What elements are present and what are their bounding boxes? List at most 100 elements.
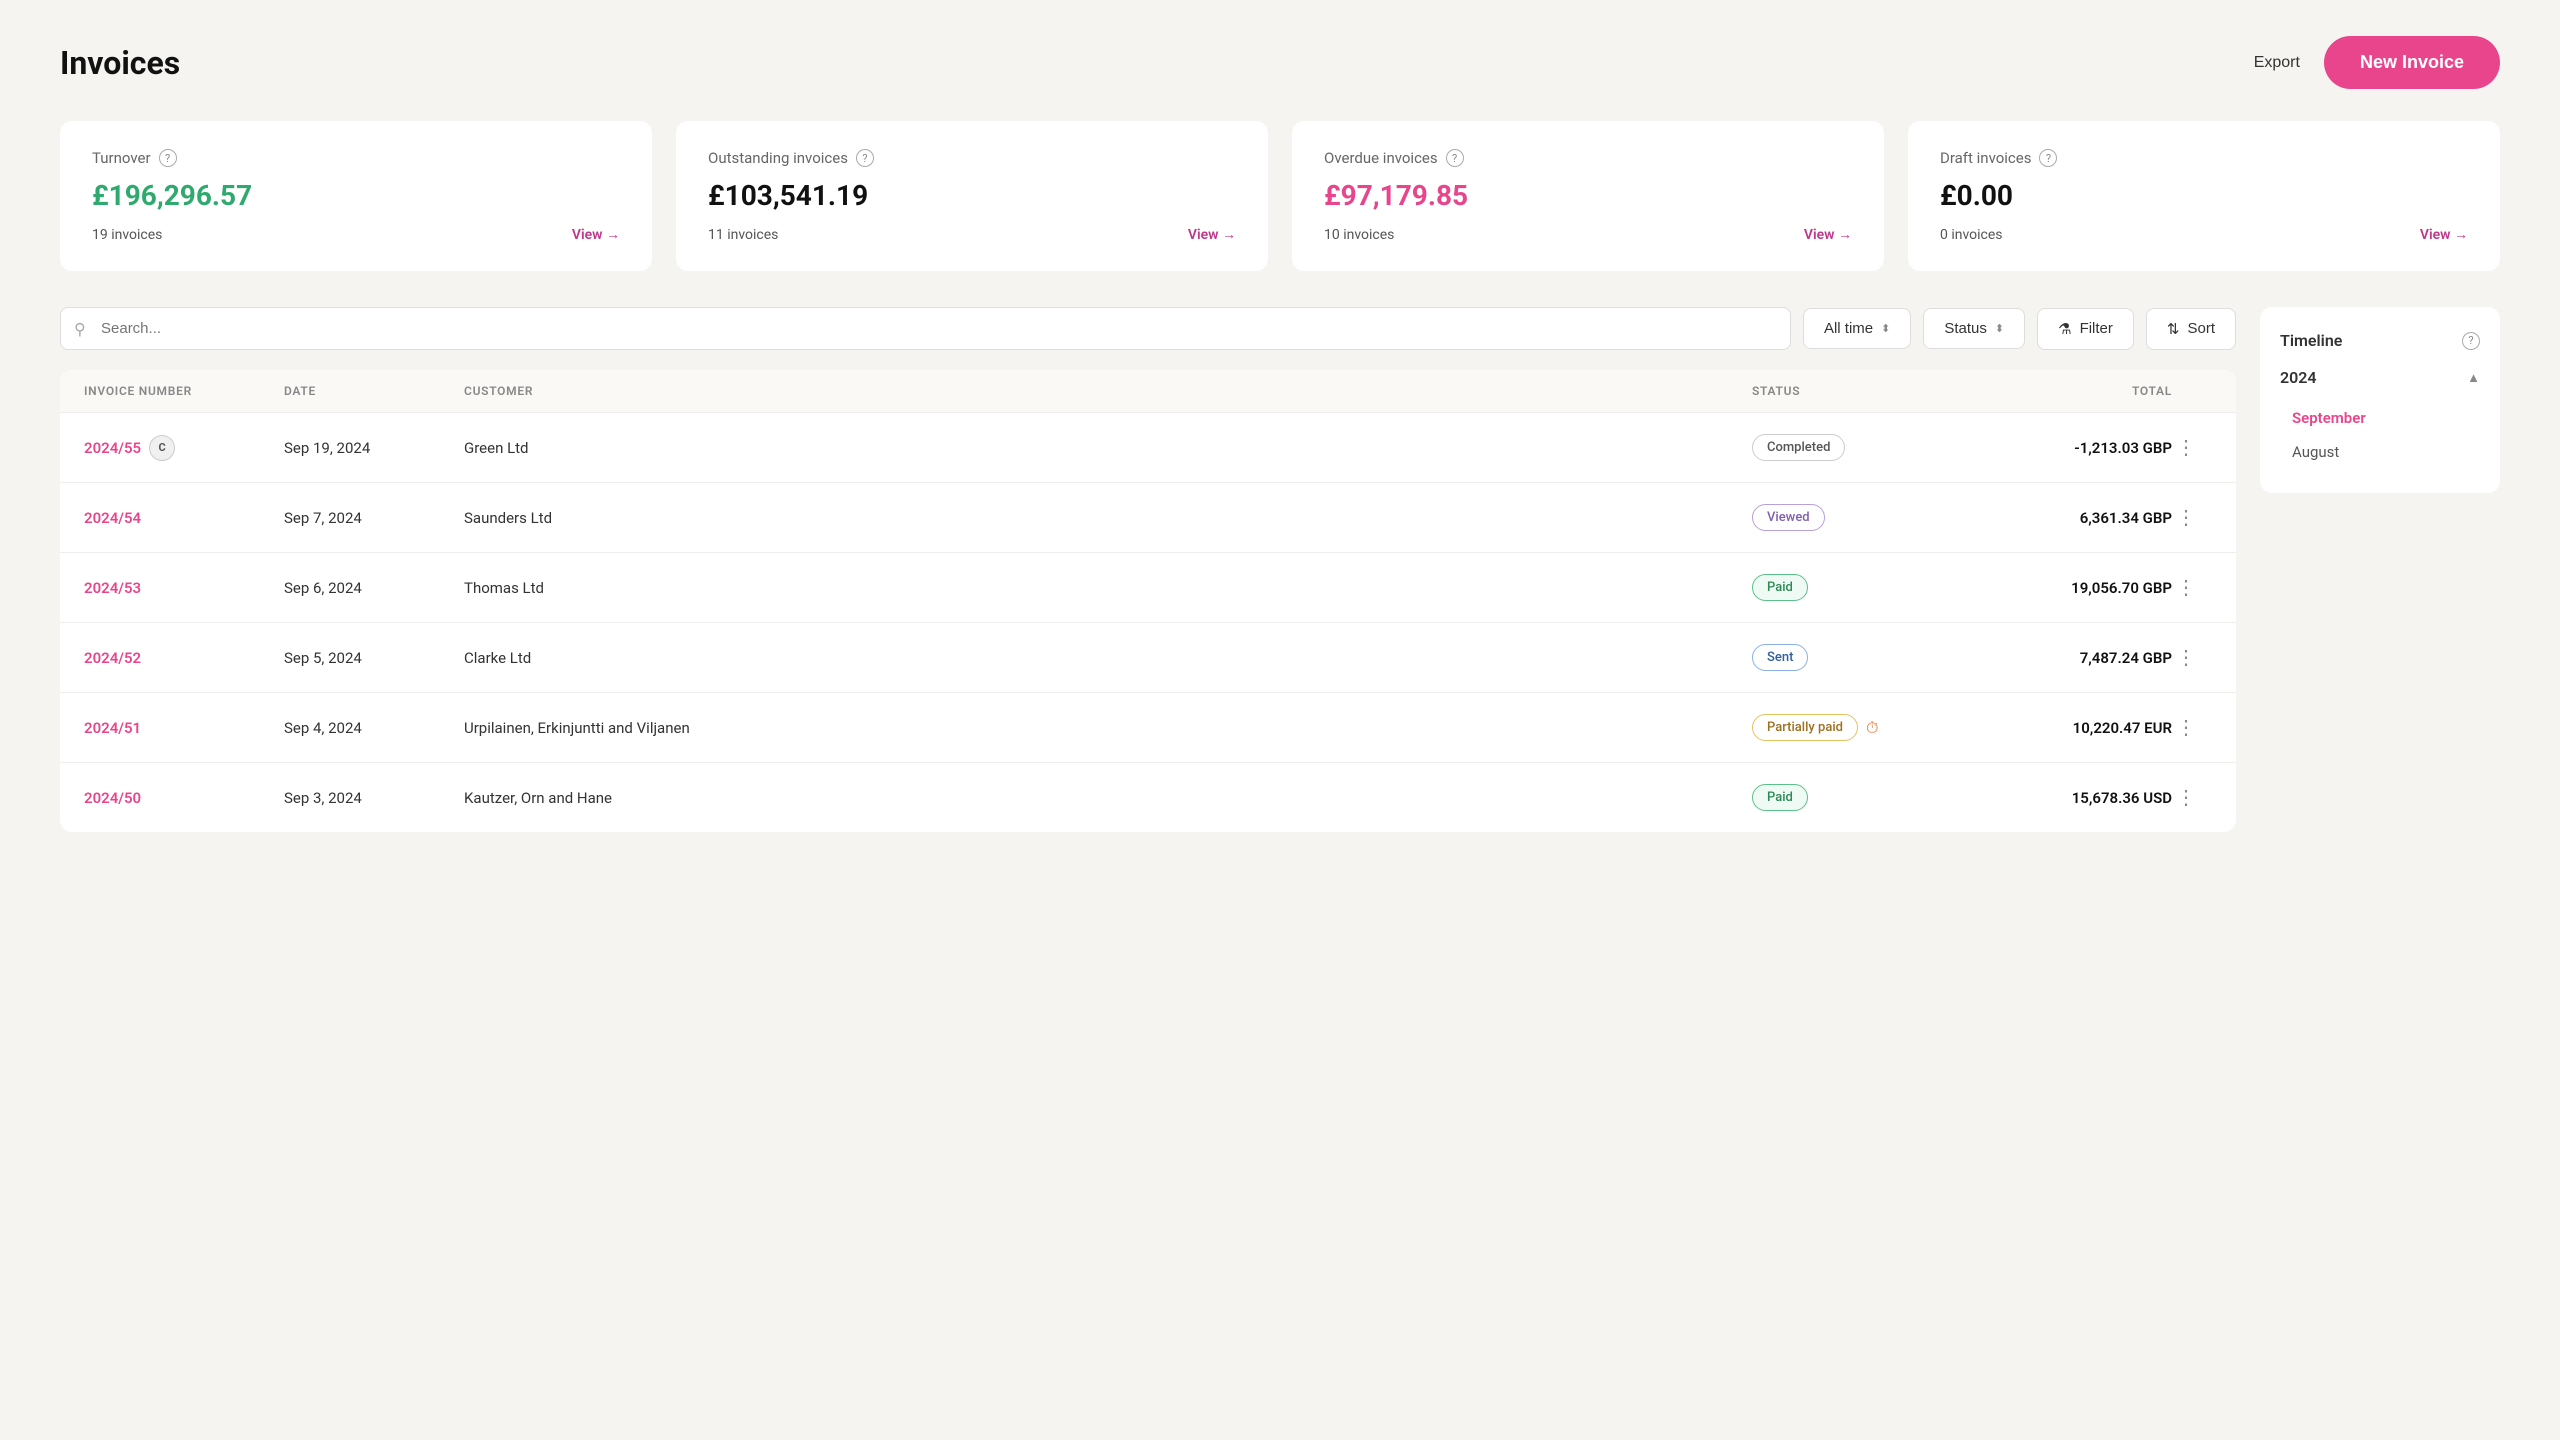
invoice-total: 6,361.34 GBP [1952,509,2172,527]
invoice-number-text: 2024/54 [84,509,141,527]
card-view-link[interactable]: View → [572,226,620,243]
card-label: Overdue invoices ? [1324,149,1852,167]
chevron-icon: ⬍ [1881,322,1890,335]
toolbar: ⚲ All time ⬍ Status ⬍ ⚗ Filter ⇅ Sort [60,307,2236,350]
invoice-date: Sep 19, 2024 [284,439,464,457]
timeline-year-row[interactable]: 2024 ▲ [2280,368,2480,387]
invoice-status: Paid [1752,574,1952,601]
timeline-help-icon[interactable]: ? [2462,332,2480,350]
card-turnover: Turnover ? £196,296.57 19 invoices View … [60,121,652,271]
status-filter-label: Status [1944,320,1987,337]
invoice-number[interactable]: 2024/54 [84,509,284,527]
invoice-status: Paid [1752,784,1952,811]
chevron-up-icon: ▲ [2467,370,2480,386]
search-wrap: ⚲ [60,307,1791,350]
table-body: 2024/55 C Sep 19, 2024 Green Ltd Complet… [60,413,2236,832]
table-row: 2024/52 Sep 5, 2024 Clarke Ltd Sent 7,48… [60,623,2236,693]
help-icon[interactable]: ? [856,149,874,167]
invoice-total: 10,220.47 EUR [1952,719,2172,737]
search-input[interactable] [60,307,1791,350]
invoices-panel: ⚲ All time ⬍ Status ⬍ ⚗ Filter ⇅ Sort [60,307,2236,832]
row-actions: ⋮ [2172,571,2212,604]
card-draft: Draft invoices ? £0.00 0 invoices View → [1908,121,2500,271]
chevron-icon: ⬍ [1995,322,2004,335]
th-customer: CUSTOMER [464,384,1752,398]
invoice-status: Sent [1752,644,1952,671]
card-label: Outstanding invoices ? [708,149,1236,167]
more-options-button[interactable]: ⋮ [2172,501,2200,534]
timeline-title: Timeline [2280,331,2342,350]
more-options-button[interactable]: ⋮ [2172,781,2200,814]
timeline-year: 2024 [2280,368,2317,387]
table-header: INVOICE NUMBER DATE CUSTOMER STATUS TOTA… [60,370,2236,413]
sort-button[interactable]: ⇅ Sort [2146,308,2236,350]
status-badge: Paid [1752,784,1808,811]
card-footer: 19 invoices View → [92,226,620,243]
invoice-number-text: 2024/51 [84,719,141,737]
card-count: 0 invoices [1940,227,2003,243]
summary-cards: Turnover ? £196,296.57 19 invoices View … [60,121,2500,271]
card-amount: £0.00 [1940,179,2468,212]
invoice-customer: Saunders Ltd [464,509,1752,527]
invoice-number-text: 2024/53 [84,579,141,597]
invoice-number-text: 2024/52 [84,649,141,667]
search-icon: ⚲ [74,319,86,338]
card-footer: 0 invoices View → [1940,226,2468,243]
th-invoice-number: INVOICE NUMBER [84,384,284,398]
invoice-number[interactable]: 2024/50 [84,789,284,807]
card-view-link[interactable]: View → [1804,226,1852,243]
header-actions: Export New Invoice [2254,36,2500,89]
invoice-customer: Kautzer, Orn and Hane [464,789,1752,807]
invoice-number[interactable]: 2024/53 [84,579,284,597]
timeline-header: Timeline ? [2280,331,2480,350]
invoice-total: 15,678.36 USD [1952,789,2172,807]
card-view-link[interactable]: View → [1188,226,1236,243]
status-badge: Completed [1752,434,1845,461]
help-icon[interactable]: ? [2039,149,2057,167]
time-filter-label: All time [1824,320,1873,337]
more-options-button[interactable]: ⋮ [2172,641,2200,674]
table-row: 2024/51 Sep 4, 2024 Urpilainen, Erkinjun… [60,693,2236,763]
invoice-date: Sep 4, 2024 [284,719,464,737]
row-actions: ⋮ [2172,781,2212,814]
invoice-number-text: 2024/55 [84,439,141,457]
row-actions: ⋮ [2172,501,2212,534]
invoice-number[interactable]: 2024/55 C [84,435,284,461]
invoice-number[interactable]: 2024/51 [84,719,284,737]
sort-icon: ⇅ [2167,320,2180,338]
invoice-status: Viewed [1752,504,1952,531]
more-options-button[interactable]: ⋮ [2172,711,2200,744]
timeline-months: SeptemberAugust [2280,401,2480,469]
invoice-customer: Clarke Ltd [464,649,1752,667]
main-content: ⚲ All time ⬍ Status ⬍ ⚗ Filter ⇅ Sort [60,307,2500,832]
status-filter-button[interactable]: Status ⬍ [1923,308,2025,349]
card-view-link[interactable]: View → [2420,226,2468,243]
status-badge: Sent [1752,644,1808,671]
timeline-panel: Timeline ? 2024 ▲ SeptemberAugust [2260,307,2500,493]
th-status: STATUS [1752,384,1952,398]
more-options-button[interactable]: ⋮ [2172,571,2200,604]
page-title: Invoices [60,44,180,82]
avatar: C [149,435,175,461]
invoice-date: Sep 5, 2024 [284,649,464,667]
export-button[interactable]: Export [2254,54,2300,72]
timeline-month-august[interactable]: August [2280,435,2480,469]
time-filter-button[interactable]: All time ⬍ [1803,308,1911,349]
card-amount: £196,296.57 [92,179,620,212]
help-icon[interactable]: ? [159,149,177,167]
filter-button[interactable]: ⚗ Filter [2037,308,2134,350]
more-options-button[interactable]: ⋮ [2172,431,2200,464]
invoice-date: Sep 6, 2024 [284,579,464,597]
th-actions [2172,384,2212,398]
table-row: 2024/54 Sep 7, 2024 Saunders Ltd Viewed … [60,483,2236,553]
filter-icon: ⚗ [2058,320,2071,338]
card-label: Draft invoices ? [1940,149,2468,167]
help-icon[interactable]: ? [1446,149,1464,167]
new-invoice-button[interactable]: New Invoice [2324,36,2500,89]
invoice-number[interactable]: 2024/52 [84,649,284,667]
timeline-month-september[interactable]: September [2280,401,2480,435]
table-row: 2024/53 Sep 6, 2024 Thomas Ltd Paid 19,0… [60,553,2236,623]
status-badge: Partially paid [1752,714,1858,741]
card-label: Turnover ? [92,149,620,167]
invoice-total: 19,056.70 GBP [1952,579,2172,597]
